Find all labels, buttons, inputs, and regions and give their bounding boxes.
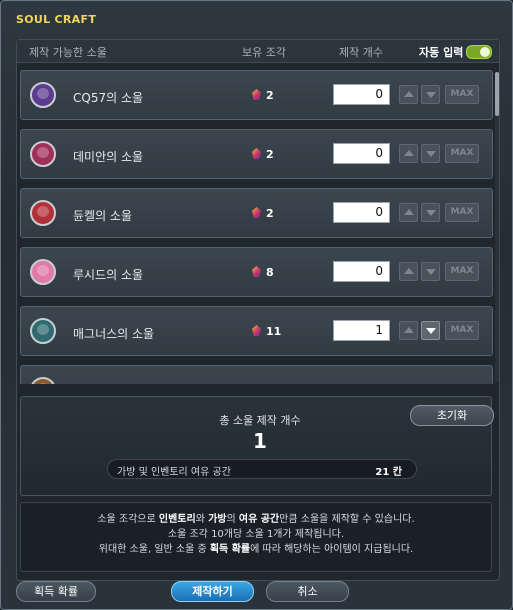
list-scrollbar[interactable] <box>495 72 499 382</box>
fragment-count: 11 <box>266 325 282 338</box>
soul-avatar-icon <box>30 141 56 167</box>
soul-name: 매그너스의 소울 <box>73 327 155 341</box>
max-button[interactable]: MAX <box>445 144 479 163</box>
soul-avatar-icon <box>30 377 56 384</box>
fragment-gem-icon <box>252 148 261 159</box>
drop-rate-button[interactable]: 획득 확률 <box>16 581 96 602</box>
decrease-arrow-icon[interactable] <box>421 321 440 340</box>
quantity-input[interactable]: 1 <box>333 320 390 341</box>
soul-avatar-icon <box>30 200 56 226</box>
increase-arrow-icon[interactable] <box>399 262 418 281</box>
fragment-gem-icon <box>252 325 261 336</box>
free-space-value: 21 칸 <box>375 467 402 478</box>
soul-name: 데미안의 소울 <box>73 150 144 164</box>
soul-row: CQ57의 소울 2 0 MAX <box>20 70 493 120</box>
header-count: 제작 개수 <box>339 46 383 59</box>
max-button[interactable]: MAX <box>445 321 479 340</box>
soul-name: CQ57의 소울 <box>73 91 144 105</box>
increase-arrow-icon[interactable] <box>399 321 418 340</box>
quantity-input[interactable]: 0 <box>333 84 390 105</box>
soul-row: 매그너스의 소울 11 1 MAX <box>20 306 493 356</box>
info-box: 소울 조각으로 인벤토리와 가방의 여유 공간만큼 소울을 제작할 수 있습니다… <box>20 502 492 572</box>
soul-row: 듄켈의 소울 2 0 MAX <box>20 188 493 238</box>
increase-arrow-icon[interactable] <box>399 85 418 104</box>
increase-arrow-icon[interactable] <box>399 203 418 222</box>
soul-craft-window: SOUL CRAFT 제작 가능한 소울 보유 조각 제작 개수 자동 입력 C… <box>0 0 513 610</box>
soul-avatar-icon <box>30 318 56 344</box>
info-line-1: 소울 조각으로 인벤토리와 가방의 여유 공간만큼 소울을 제작할 수 있습니다… <box>97 514 415 525</box>
craft-panel: 제작 가능한 소울 보유 조각 제작 개수 자동 입력 CQ57의 소울 2 0… <box>16 39 500 581</box>
fragment-count: 2 <box>266 89 274 102</box>
decrease-arrow-icon[interactable] <box>421 203 440 222</box>
free-space-label: 가방 및 인벤토리 여유 공간 <box>117 467 231 478</box>
soul-row: 데미안의 소울 2 0 MAX <box>20 129 493 179</box>
info-line-2: 소울 조각 10개당 소울 1개가 제작됩니다. <box>167 529 345 540</box>
quantity-input[interactable]: 0 <box>333 261 390 282</box>
max-button[interactable]: MAX <box>445 203 479 222</box>
quantity-input[interactable]: 0 <box>333 202 390 223</box>
soul-row <box>20 365 493 384</box>
fragment-count: 2 <box>266 207 274 220</box>
soul-avatar-icon <box>30 82 56 108</box>
increase-arrow-icon[interactable] <box>399 144 418 163</box>
auto-input-toggle[interactable] <box>466 45 492 59</box>
fragment-gem-icon <box>252 207 261 218</box>
window-title: SOUL CRAFT <box>16 13 97 26</box>
header-owned: 보유 조각 <box>242 46 286 59</box>
craft-button[interactable]: 제작하기 <box>171 581 254 602</box>
list-header: 제작 가능한 소울 보유 조각 제작 개수 자동 입력 <box>17 40 499 63</box>
fragment-count: 8 <box>266 266 274 279</box>
decrease-arrow-icon[interactable] <box>421 85 440 104</box>
total-craft-value: 1 <box>253 429 267 453</box>
soul-name: 루시드의 소울 <box>73 268 144 282</box>
quantity-input[interactable]: 0 <box>333 143 390 164</box>
cancel-button[interactable]: 취소 <box>266 581 349 602</box>
soul-name: 듄켈의 소울 <box>73 209 133 223</box>
free-space-bar: 가방 및 인벤토리 여유 공간 21 칸 <box>107 459 417 479</box>
max-button[interactable]: MAX <box>445 262 479 281</box>
reset-button[interactable]: 초기화 <box>410 405 494 426</box>
max-button[interactable]: MAX <box>445 85 479 104</box>
soul-list: CQ57의 소울 2 0 MAX 데미안의 소울 2 0 MAX 듄켈의 소울 … <box>20 70 493 384</box>
header-soul: 제작 가능한 소울 <box>29 46 107 59</box>
soul-avatar-icon <box>30 259 56 285</box>
soul-row: 루시드의 소울 8 0 MAX <box>20 247 493 297</box>
decrease-arrow-icon[interactable] <box>421 262 440 281</box>
decrease-arrow-icon[interactable] <box>421 144 440 163</box>
fragment-gem-icon <box>252 89 261 100</box>
fragment-count: 2 <box>266 148 274 161</box>
fragment-gem-icon <box>252 266 261 277</box>
info-line-3: 위대한 소울, 일반 소울 중 획득 확률에 따라 해당하는 아이템이 지급됩니… <box>98 544 414 555</box>
scrollbar-thumb[interactable] <box>495 72 499 116</box>
summary-box: 총 소울 제작 개수 1 초기화 가방 및 인벤토리 여유 공간 21 칸 <box>20 396 494 496</box>
auto-input-label: 자동 입력 <box>419 46 464 59</box>
